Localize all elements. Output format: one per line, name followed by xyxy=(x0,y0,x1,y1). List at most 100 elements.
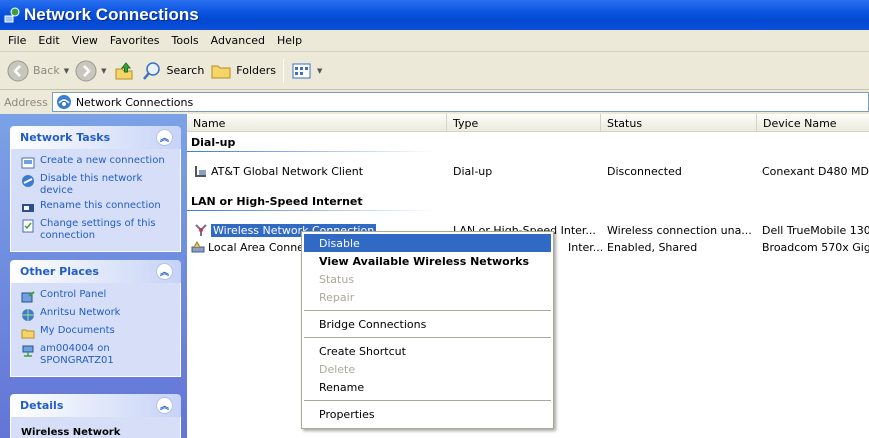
place-anritsu-network[interactable]: Anritsu Network xyxy=(21,307,174,322)
connection-name: AT&T Global Network Client xyxy=(211,164,364,178)
toolbar-separator xyxy=(283,58,285,83)
group-title: Dial-up xyxy=(191,136,236,149)
rename-icon xyxy=(22,204,34,212)
group-divider xyxy=(187,151,437,152)
network-globe-icon xyxy=(22,309,34,321)
column-name[interactable]: Name xyxy=(187,114,447,132)
context-repair: Repair xyxy=(319,290,355,304)
menu-tools[interactable]: Tools xyxy=(167,34,206,47)
context-menu: Disable View Available Wireless Networks… xyxy=(301,231,554,429)
views-button[interactable]: ▼ xyxy=(288,56,325,86)
other-places-panel: Other Places ︽ Control Panel Anritsu Net… xyxy=(10,260,181,377)
address-bar: Address Network Connections xyxy=(0,90,869,114)
address-field[interactable]: Network Connections xyxy=(51,92,869,112)
dialup-connection-icon xyxy=(195,166,206,177)
search-label: Search xyxy=(166,64,205,77)
up-folder-icon xyxy=(115,61,132,79)
new-connection-icon xyxy=(21,157,35,169)
folders-label: Folders xyxy=(236,64,277,77)
menu-file[interactable]: File xyxy=(3,34,33,47)
other-places-header[interactable]: Other Places ︽ xyxy=(10,260,181,283)
control-panel-icon xyxy=(21,291,35,303)
task-rename-connection[interactable]: Rename this connection xyxy=(21,200,174,215)
views-icon xyxy=(292,63,311,78)
task-disable-device[interactable]: Disable this network device xyxy=(21,173,174,197)
column-header-row: Name Type Status Device Name xyxy=(187,114,869,132)
collapse-chevron-icon[interactable]: ︽ xyxy=(156,263,173,280)
details-title: Details xyxy=(20,399,64,412)
address-label: Address xyxy=(4,95,48,109)
task-change-settings[interactable]: Change settings of this connection xyxy=(21,218,174,242)
window-title: Network Connections xyxy=(24,5,199,24)
place-network-drive[interactable]: am004004 on SPONGRATZ01 xyxy=(21,343,174,367)
connection-device: Dell TrueMobile 1300 xyxy=(762,223,869,237)
details-panel: Details ︽ Wireless Network xyxy=(10,394,181,438)
network-connections-icon xyxy=(4,7,20,23)
disable-device-icon xyxy=(22,175,34,187)
back-arrow-icon xyxy=(7,60,29,81)
menu-edit[interactable]: Edit xyxy=(33,34,66,47)
title-bar: Network Connections xyxy=(0,0,869,30)
menu-view[interactable]: View xyxy=(67,34,105,47)
folders-button[interactable]: Folders xyxy=(207,56,279,86)
task-create-connection[interactable]: Create a new connection xyxy=(21,155,174,170)
lan-connection-icon xyxy=(191,241,205,253)
group-lan: LAN or High-Speed Internet xyxy=(187,195,869,211)
context-disable[interactable]: Disable xyxy=(304,234,551,252)
column-type[interactable]: Type xyxy=(447,114,601,132)
connection-status: Wireless connection una... xyxy=(607,223,752,237)
network-tasks-header[interactable]: Network Tasks ︽ xyxy=(10,126,181,149)
connection-type: Inter... xyxy=(568,240,604,254)
place-my-documents[interactable]: My Documents xyxy=(21,325,174,340)
other-places-title: Other Places xyxy=(20,265,99,278)
chevron-down-icon[interactable]: ▼ xyxy=(317,67,322,75)
place-control-panel[interactable]: Control Panel xyxy=(21,289,174,304)
menu-separator xyxy=(304,400,551,401)
menu-bar: File Edit View Favorites Tools Advanced … xyxy=(0,30,869,52)
connection-status: Disconnected xyxy=(607,164,682,178)
group-dialup: Dial-up xyxy=(187,136,869,152)
context-create-shortcut[interactable]: Create Shortcut xyxy=(302,342,553,360)
network-drive-icon xyxy=(22,345,34,357)
search-button[interactable]: Search xyxy=(138,56,208,86)
settings-document-icon xyxy=(22,219,34,233)
connection-device: Conexant D480 MDC xyxy=(762,164,869,178)
network-connections-icon xyxy=(56,95,71,109)
column-device-name[interactable]: Device Name xyxy=(757,114,869,132)
column-status[interactable]: Status xyxy=(601,114,757,132)
details-header[interactable]: Details ︽ xyxy=(10,394,181,417)
connection-device: Broadcom 570x Giga xyxy=(762,240,869,254)
context-status: Status xyxy=(319,272,355,286)
table-row[interactable]: AT&T Global Network Client Dial-up Disco… xyxy=(187,163,869,179)
context-view-wireless-networks[interactable]: View Available Wireless Networks xyxy=(302,252,553,270)
back-label: Back xyxy=(33,64,60,77)
chevron-down-icon[interactable]: ▼ xyxy=(64,67,69,75)
menu-separator xyxy=(304,337,551,338)
network-tasks-title: Network Tasks xyxy=(20,131,111,144)
connection-status: Enabled, Shared xyxy=(607,240,698,254)
menu-advanced[interactable]: Advanced xyxy=(206,34,272,47)
context-delete: Delete xyxy=(319,362,356,376)
context-properties[interactable]: Properties xyxy=(302,405,553,423)
back-button[interactable]: Back ▼ xyxy=(4,56,72,86)
collapse-chevron-icon[interactable]: ︽ xyxy=(156,397,173,414)
menu-help[interactable]: Help xyxy=(272,34,309,47)
my-documents-icon xyxy=(21,329,35,339)
connection-type: Dial-up xyxy=(453,164,493,178)
forward-button[interactable]: ▼ xyxy=(72,56,109,86)
search-icon xyxy=(142,61,160,80)
folders-icon xyxy=(211,65,231,78)
menu-favorites[interactable]: Favorites xyxy=(105,34,167,47)
details-body: Wireless Network xyxy=(10,417,181,438)
context-bridge-connections[interactable]: Bridge Connections xyxy=(302,315,553,333)
details-subtitle: Wireless Network xyxy=(21,427,121,438)
collapse-chevron-icon[interactable]: ︽ xyxy=(156,129,173,146)
forward-arrow-icon xyxy=(75,60,97,81)
menu-separator xyxy=(304,310,551,311)
wireless-connection-icon xyxy=(195,224,207,236)
chevron-down-icon[interactable]: ▼ xyxy=(101,67,106,75)
network-tasks-panel: Network Tasks ︽ Create a new connection … xyxy=(10,126,181,252)
up-folder-button[interactable] xyxy=(110,56,138,86)
other-places-body: Control Panel Anritsu Network My Documen… xyxy=(10,283,181,377)
context-rename[interactable]: Rename xyxy=(302,378,553,396)
